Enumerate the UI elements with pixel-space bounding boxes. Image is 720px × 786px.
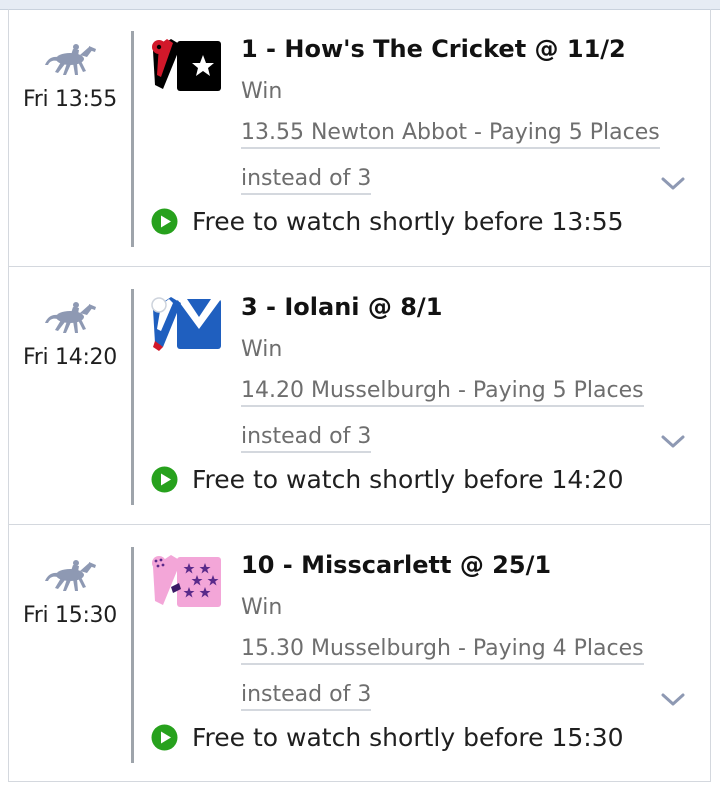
promo-link[interactable]: 15.30 Musselburgh - Paying 4 Places [241,636,644,665]
bet-card[interactable]: Fri 13:55 1 - How's The Cricket @ 11/2 W… [9,9,710,267]
race-time: Fri 14:20 [23,345,117,370]
chevron-down-icon[interactable] [659,431,687,451]
watch-text: Free to watch shortly before 13:55 [192,207,624,236]
blue-white-silk-icon [151,297,221,351]
bets-list: Fri 13:55 1 - How's The Cricket @ 11/2 W… [8,9,711,782]
free-to-watch[interactable]: Free to watch shortly before 15:30 [151,723,624,752]
play-icon [151,466,178,493]
pink-purple-stars-silk-icon [152,555,221,607]
black-red-silk-icon [152,39,221,91]
free-to-watch[interactable]: Free to watch shortly before 13:55 [151,207,624,236]
horse-racing-icon [45,44,96,75]
divider [131,547,134,763]
divider [131,31,134,247]
play-icon [151,724,178,751]
horse-racing-icon [45,302,96,333]
promo-link[interactable]: 13.55 Newton Abbot - Paying 5 Places [241,120,660,149]
selection-title: 1 - How's The Cricket @ 11/2 [241,35,626,63]
promo-link-continued[interactable]: instead of 3 [241,682,372,711]
promo-link[interactable]: 14.20 Musselburgh - Paying 5 Places [241,378,644,407]
race-time: Fri 13:55 [23,87,117,112]
race-time-column: Fri 15:30 [9,525,131,782]
horse-racing-icon [45,560,96,591]
race-time-column: Fri 14:20 [9,267,131,524]
selection-title: 3 - Iolani @ 8/1 [241,293,443,321]
bet-type: Win [241,595,283,620]
race-time: Fri 15:30 [23,603,117,628]
bet-type: Win [241,79,283,104]
chevron-down-icon[interactable] [659,173,687,193]
bet-type: Win [241,337,283,362]
race-time-column: Fri 13:55 [9,9,131,266]
promo-link-continued[interactable]: instead of 3 [241,424,372,453]
selection-title: 10 - Misscarlett @ 25/1 [241,551,552,579]
promo-link-continued[interactable]: instead of 3 [241,166,372,195]
watch-text: Free to watch shortly before 14:20 [192,465,624,494]
divider [131,289,134,505]
watch-text: Free to watch shortly before 15:30 [192,723,624,752]
bet-card[interactable]: Fri 14:20 3 - Iolani @ 8/1 Win 14.20 Mus… [9,267,710,525]
free-to-watch[interactable]: Free to watch shortly before 14:20 [151,465,624,494]
play-icon [151,208,178,235]
bet-card[interactable]: Fri 15:30 10 - Misscarlett @ 25/1 Win 15… [9,525,710,782]
chevron-down-icon[interactable] [659,689,687,709]
